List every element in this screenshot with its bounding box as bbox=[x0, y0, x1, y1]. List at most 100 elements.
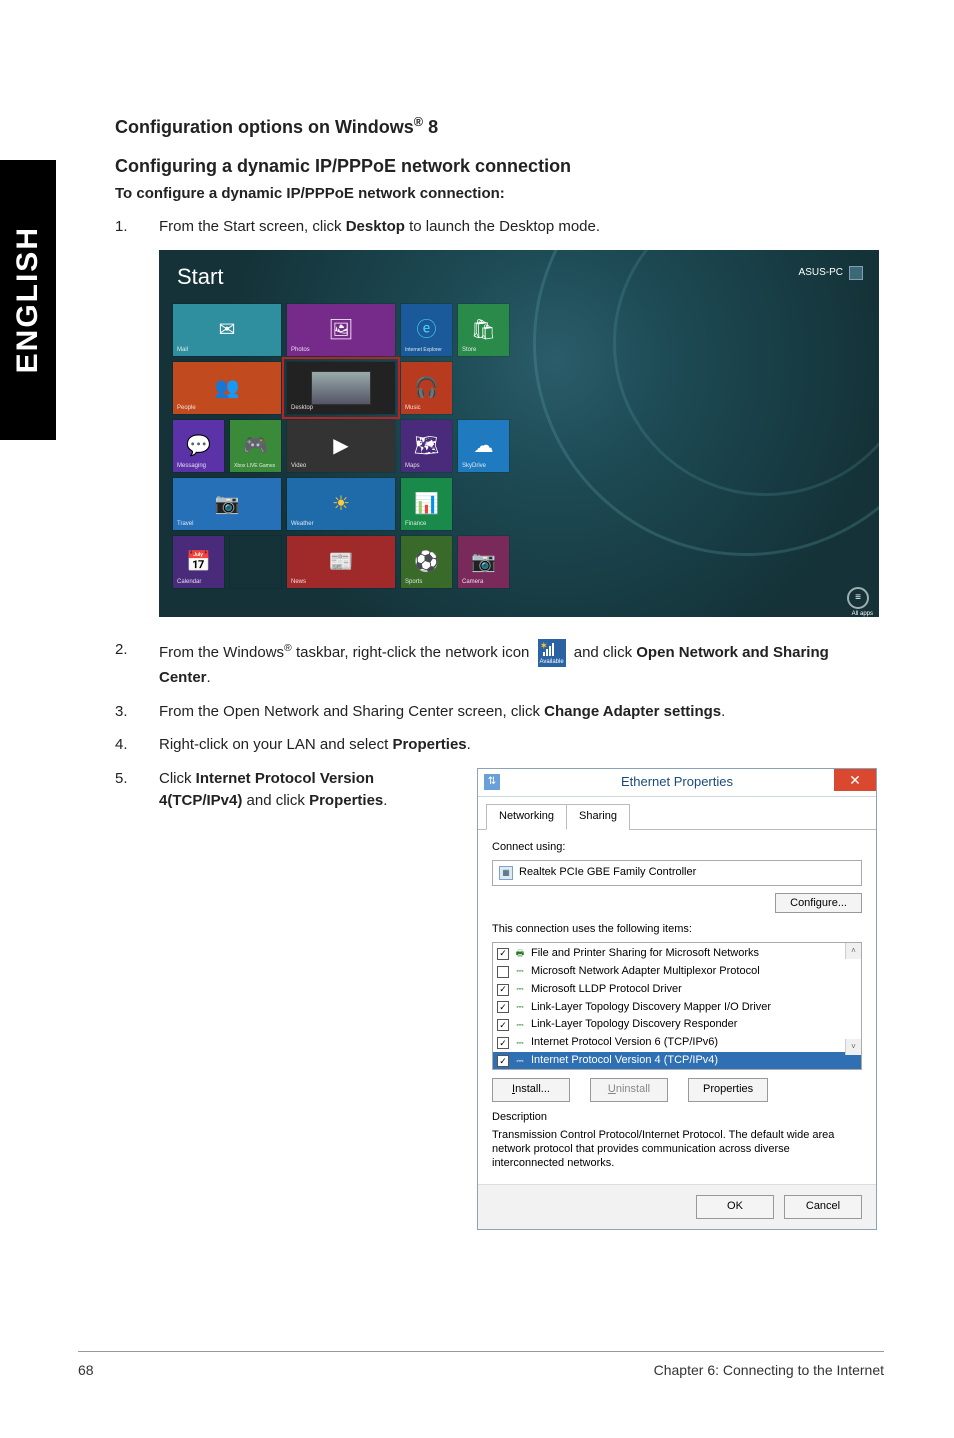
list-item[interactable]: ✓⎓Link-Layer Topology Discovery Mapper I… bbox=[493, 999, 861, 1017]
dialog-footer: OK Cancel bbox=[478, 1184, 876, 1229]
tile-video[interactable]: ▶Video bbox=[287, 420, 395, 472]
tile-desktop[interactable]: Desktop bbox=[287, 362, 395, 414]
list-item[interactable]: ✓⎓Microsoft LLDP Protocol Driver bbox=[493, 981, 861, 999]
nic-icon: ▦ bbox=[499, 866, 513, 880]
start-title: Start bbox=[177, 264, 223, 290]
subheading-to-configure: To configure a dynamic IP/PPPoE network … bbox=[115, 185, 875, 202]
bag-icon: 🛍 bbox=[471, 320, 496, 340]
tile-store[interactable]: 🛍Store bbox=[458, 304, 509, 356]
scroll-up-icon[interactable]: ˄ bbox=[845, 943, 861, 959]
item-label: Link-Layer Topology Discovery Mapper I/O… bbox=[531, 1000, 771, 1016]
step-5: 5. Click Internet Protocol Version 4(TCP… bbox=[115, 768, 875, 1230]
ok-button[interactable]: OK bbox=[696, 1195, 774, 1219]
tile-label: Camera bbox=[462, 579, 483, 585]
text: to launch the Desktop mode. bbox=[405, 218, 600, 235]
page-content: Configuration options on Windows® 8 Conf… bbox=[115, 115, 875, 1242]
tab-networking[interactable]: Networking bbox=[486, 804, 567, 830]
tile-label: People bbox=[177, 405, 196, 411]
camera-icon: 📷 bbox=[215, 494, 240, 514]
tile-music[interactable]: 🎧Music bbox=[401, 362, 452, 414]
chart-icon: 📊 bbox=[414, 494, 439, 514]
tile-skydrive[interactable]: ☁SkyDrive bbox=[458, 420, 509, 472]
tile-label: Internet Explorer bbox=[405, 347, 442, 353]
tile-label: Xbox LIVE Games bbox=[234, 463, 275, 469]
checkbox[interactable] bbox=[497, 966, 509, 978]
scroll-down-icon[interactable]: ˅ bbox=[845, 1039, 861, 1055]
install-button[interactable]: Install... bbox=[492, 1078, 570, 1102]
tile-label: Messaging bbox=[177, 463, 206, 469]
list-item[interactable]: ✓🖶File and Printer Sharing for Microsoft… bbox=[493, 945, 861, 963]
tile-weather[interactable]: ☀Weather bbox=[287, 478, 395, 530]
list-item[interactable]: ⎓Microsoft Network Adapter Multiplexor P… bbox=[493, 963, 861, 981]
text: From the Open Network and Sharing Center… bbox=[159, 703, 544, 720]
dialog-tabs: Networking Sharing bbox=[478, 797, 876, 830]
step-text: From the Open Network and Sharing Center… bbox=[159, 701, 875, 723]
mail-icon: ✉ bbox=[219, 320, 236, 340]
people-icon: 👥 bbox=[215, 378, 240, 398]
tile-news[interactable]: 📰News bbox=[287, 536, 395, 588]
description-box: Description Transmission Control Protoco… bbox=[492, 1110, 862, 1171]
protocol-icon: ⎓ bbox=[513, 1055, 527, 1067]
tile-label: Calendar bbox=[177, 579, 201, 585]
tile-mail[interactable]: ✉Mail bbox=[173, 304, 281, 356]
checkbox[interactable]: ✓ bbox=[497, 984, 509, 996]
tile-people[interactable]: 👥 People bbox=[173, 362, 281, 414]
connection-items-list[interactable]: ✓🖶File and Printer Sharing for Microsoft… bbox=[492, 942, 862, 1070]
user-name: ASUS-PC bbox=[799, 267, 843, 278]
uses-items-label: This connection uses the following items… bbox=[492, 922, 862, 938]
ethernet-properties-dialog: ⇅ Ethernet Properties ✕ Networking Shari… bbox=[477, 768, 877, 1230]
news-icon: 📰 bbox=[329, 552, 354, 572]
text: and click bbox=[574, 644, 637, 661]
checkbox[interactable]: ✓ bbox=[497, 948, 509, 960]
checkbox[interactable]: ✓ bbox=[497, 1037, 509, 1049]
text-bold: Change Adapter settings bbox=[544, 703, 721, 720]
text: . bbox=[467, 736, 471, 753]
tile-xbox[interactable]: 🎮Xbox LIVE Games bbox=[230, 420, 281, 472]
text: . bbox=[721, 703, 725, 720]
checkbox[interactable]: ✓ bbox=[497, 1019, 509, 1031]
tile-label: Finance bbox=[405, 521, 426, 527]
tile-calendar[interactable]: 📅Calendar bbox=[173, 536, 224, 588]
heading-config-options: Configuration options on Windows® 8 bbox=[115, 115, 875, 138]
tile-internet-explorer[interactable]: ⓔ Internet Explorer bbox=[401, 304, 452, 356]
list-item[interactable]: ✓⎓Link-Layer Topology Discovery Responde… bbox=[493, 1016, 861, 1034]
configure-button[interactable]: Configure... bbox=[775, 893, 862, 913]
list-item[interactable]: ✓⎓Internet Protocol Version 6 (TCP/IPv6) bbox=[493, 1034, 861, 1052]
start-screen-figure: Start ASUS-PC ✉Mail 👥 People 💬Messaging 🎮… bbox=[159, 250, 879, 617]
tile-finance[interactable]: 📊 Finance bbox=[401, 478, 452, 530]
headphones-icon: 🎧 bbox=[414, 378, 439, 398]
monitor-icon bbox=[311, 371, 371, 405]
tab-sharing[interactable]: Sharing bbox=[566, 804, 630, 830]
checkbox[interactable]: ✓ bbox=[497, 1055, 509, 1067]
text: taskbar, right-click the network icon bbox=[292, 644, 534, 661]
language-label: ENGLISH bbox=[11, 226, 45, 373]
start-user: ASUS-PC bbox=[799, 266, 863, 280]
sun-icon: ☀ bbox=[332, 494, 350, 514]
all-apps-button[interactable]: ≡ bbox=[847, 587, 869, 609]
cloud-icon: ☁ bbox=[474, 436, 494, 456]
checkbox[interactable]: ✓ bbox=[497, 1001, 509, 1013]
text: Click bbox=[159, 770, 196, 787]
list-item[interactable]: ✓⎓Internet Protocol Version 4 (TCP/IPv4) bbox=[493, 1052, 861, 1069]
tile-messaging[interactable]: 💬Messaging bbox=[173, 420, 224, 472]
page-number: 68 bbox=[78, 1362, 94, 1378]
ie-icon: ⓔ bbox=[417, 320, 437, 340]
map-icon: 🗺 bbox=[414, 436, 439, 456]
dialog-title: Ethernet Properties bbox=[621, 773, 733, 792]
tile-sports[interactable]: ⚽Sports bbox=[401, 536, 452, 588]
tile-maps[interactable]: 🗺Maps bbox=[401, 420, 452, 472]
vertical-scrollbar[interactable]: ˄˅ bbox=[845, 943, 861, 1055]
uninstall-button[interactable]: Uninstall bbox=[590, 1078, 668, 1102]
tile-photos[interactable]: 🖼Photos bbox=[287, 304, 395, 356]
tile-travel[interactable]: 📷Travel bbox=[173, 478, 281, 530]
tile-label: Photos bbox=[291, 347, 310, 353]
play-icon: ▶ bbox=[333, 436, 348, 456]
properties-button[interactable]: Properties bbox=[688, 1078, 768, 1102]
tile-camera[interactable]: 📷Camera bbox=[458, 536, 509, 588]
registered-mark: ® bbox=[414, 115, 423, 129]
connect-using-label: Connect using: bbox=[492, 840, 862, 856]
text: Configuration options on Windows bbox=[115, 117, 414, 137]
cancel-button[interactable]: Cancel bbox=[784, 1195, 862, 1219]
tray-label: Available bbox=[538, 658, 566, 667]
close-button[interactable]: ✕ bbox=[834, 769, 876, 791]
